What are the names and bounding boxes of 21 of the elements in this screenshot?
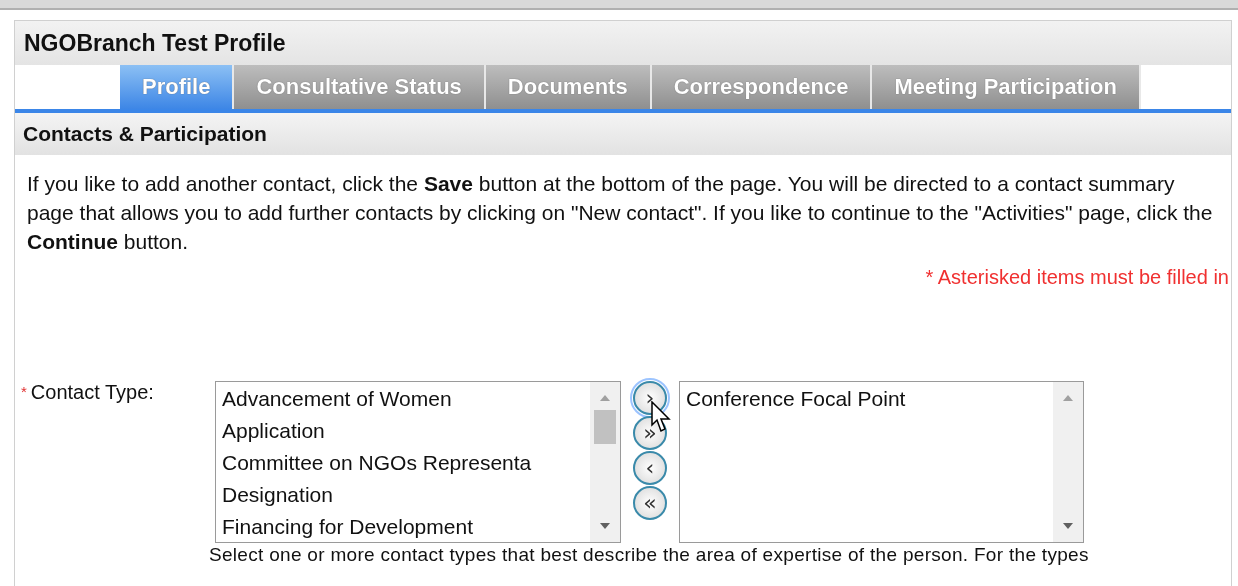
required-mark: * xyxy=(21,383,27,400)
list-option[interactable]: Application xyxy=(222,415,325,447)
page-title: NGOBranch Test Profile xyxy=(24,29,286,57)
list-option[interactable]: Financing for Development xyxy=(222,511,473,542)
available-list[interactable]: Advancement of Women Application Committee on NGOs Representa Designation Financing for Development xyxy=(215,381,621,543)
required-note: * Asterisked items must be filled in xyxy=(925,266,1229,289)
help-text: Select one or more contact types that best describe the area of expertise of the person. For the types xyxy=(209,544,1090,566)
section-title: Contacts & Participation xyxy=(23,122,267,146)
selected-list[interactable]: Conference Focal Point xyxy=(679,381,1084,543)
field-label: Contact Type: xyxy=(30,381,154,404)
move-button[interactable]: ‹ xyxy=(633,451,667,485)
list-option[interactable]: Advancement of Women xyxy=(222,383,452,415)
scrollbar-thumb[interactable] xyxy=(594,410,616,444)
list-option[interactable]: Conference Focal Point xyxy=(686,383,906,415)
scrollbar[interactable] xyxy=(1053,382,1083,542)
instructions-text: If you like to add another contact, click the Save button at the bottom of the page. You will be directed to a contact summary page that allows you to add further contacts by clicking on "New contact". If you like to continue to the "Activities" page, click the Continue button. xyxy=(27,171,1214,255)
list-option[interactable]: Designation xyxy=(222,479,333,511)
scrollbar[interactable] xyxy=(590,382,620,542)
list-option[interactable]: Committee on NGOs Representa xyxy=(222,447,532,479)
move-button[interactable]: « xyxy=(633,486,667,520)
move-button[interactable]: › xyxy=(633,381,667,415)
